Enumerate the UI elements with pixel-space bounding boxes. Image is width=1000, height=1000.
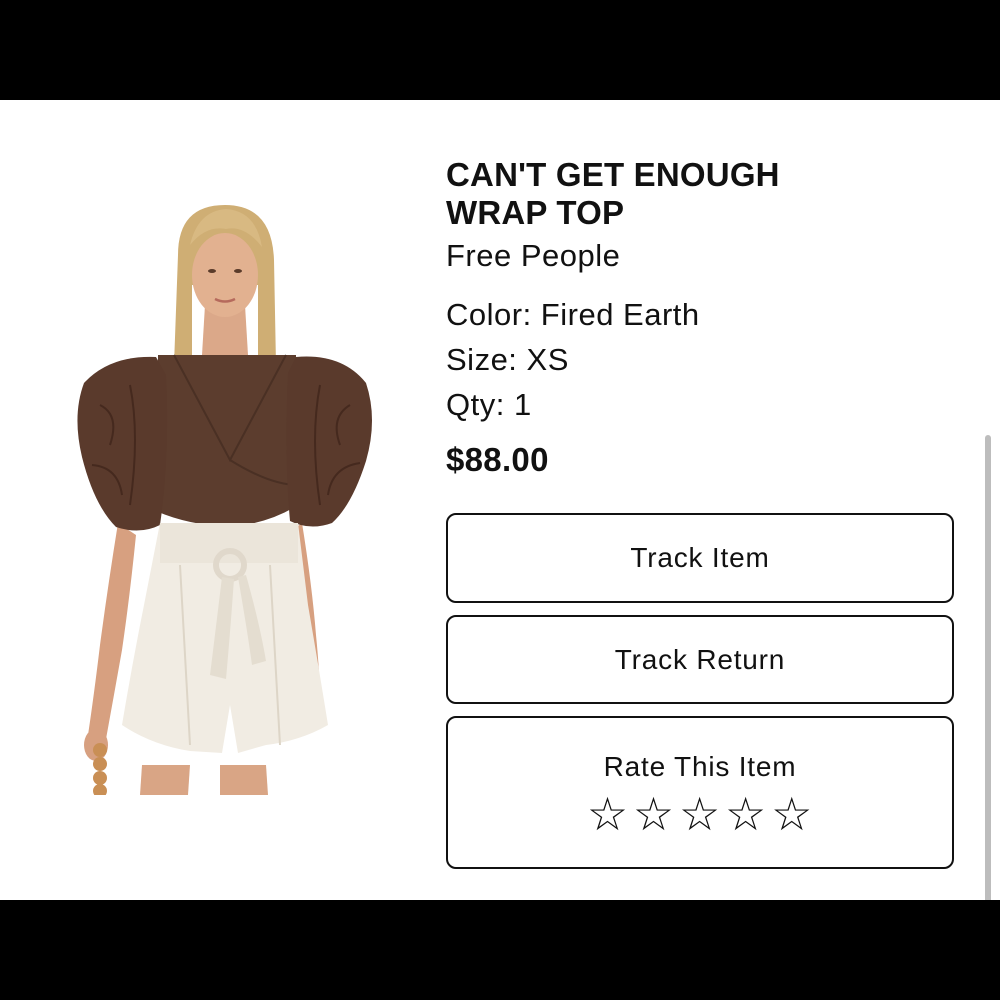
product-brand: Free People [446,238,621,273]
product-attributes: Color: Fired Earth Size: XS Qty: 1 [446,292,958,427]
star-icon-2[interactable]: ☆ [633,789,675,839]
order-item-card: CAN'T GET ENOUGH WRAP TOP Free People Co… [0,100,1000,900]
track-item-button[interactable]: Track Item [446,513,954,603]
track-return-label: Track Return [614,643,786,675]
star-icon-4[interactable]: ☆ [725,789,767,839]
product-title: CAN'T GET ENOUGH WRAP TOP [446,156,958,232]
product-price: $88.00 [446,441,549,478]
product-title-line1: CAN'T GET ENOUGH [446,156,780,193]
rate-item-panel: Rate This Item ☆ ☆ ☆ ☆ ☆ [446,716,954,869]
product-color: Color: Fired Earth [446,297,700,332]
track-item-label: Track Item [630,542,770,573]
star-rating: ☆ ☆ ☆ ☆ ☆ [587,789,813,839]
vertical-scrollbar[interactable] [985,435,991,900]
product-quantity: Qty: 1 [446,387,532,422]
star-icon-3[interactable]: ☆ [679,789,721,839]
top-black-bar [0,0,1000,100]
product-title-line2: WRAP TOP [446,194,625,231]
product-size: Size: XS [446,342,569,377]
product-details: CAN'T GET ENOUGH WRAP TOP Free People Co… [446,156,958,480]
rate-item-label: Rate This Item [603,750,797,782]
product-image [77,205,372,795]
bottom-black-bar [0,900,1000,1000]
star-icon-5[interactable]: ☆ [771,789,813,839]
star-icon-1[interactable]: ☆ [587,789,629,839]
track-return-button[interactable]: Track Return [446,615,954,704]
